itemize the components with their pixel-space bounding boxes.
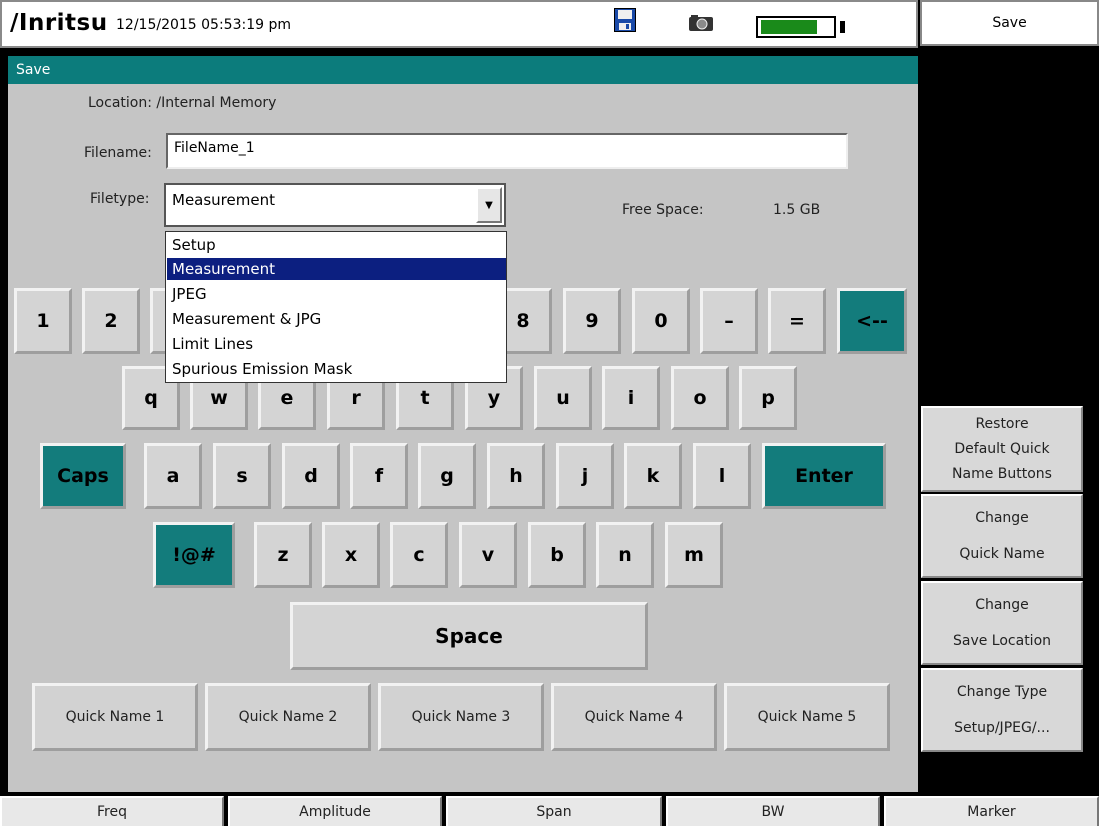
- softkey-label: Change: [975, 510, 1029, 526]
- tab-span[interactable]: Span: [446, 796, 662, 826]
- softkey-label: Change: [975, 597, 1029, 613]
- softkey-label: Change Type: [956, 684, 1048, 700]
- key-p[interactable]: p: [739, 366, 797, 430]
- key-c[interactable]: c: [390, 522, 448, 588]
- brand-logo: /Inritsu: [10, 10, 108, 36]
- key-h[interactable]: h: [487, 443, 545, 509]
- battery-level-fill: [761, 20, 817, 34]
- filename-input[interactable]: FileName_1: [166, 133, 848, 169]
- quick-name-3-button[interactable]: Quick Name 3: [378, 683, 544, 751]
- filetype-select[interactable]: Measurement: [164, 183, 506, 227]
- space-key[interactable]: Space: [290, 602, 648, 670]
- key-g[interactable]: g: [418, 443, 476, 509]
- free-space-label: Free Space:: [622, 202, 704, 218]
- enter-key[interactable]: Enter: [762, 443, 886, 509]
- softkey-label: Name Buttons: [952, 465, 1052, 482]
- free-space-value: 1.5 GB: [773, 202, 821, 218]
- backspace-key[interactable]: <--: [837, 288, 907, 354]
- quick-name-4-button[interactable]: Quick Name 4: [551, 683, 717, 751]
- key-o[interactable]: o: [671, 366, 729, 430]
- softkey-label: Setup/JPEG/...: [954, 720, 1050, 736]
- key-x[interactable]: x: [322, 522, 380, 588]
- dropdown-option-limit-lines[interactable]: Limit Lines: [167, 333, 506, 355]
- tab-marker[interactable]: Marker: [884, 796, 1099, 826]
- dropdown-option-jpeg[interactable]: JPEG: [167, 283, 506, 305]
- battery-icon: [756, 16, 836, 38]
- change-type-softkey[interactable]: Change Type Setup/JPEG/...: [921, 668, 1083, 752]
- key-m[interactable]: m: [665, 522, 723, 588]
- key-9[interactable]: 9: [563, 288, 621, 354]
- key-a[interactable]: a: [144, 443, 202, 509]
- dropdown-option-measurement-jpg[interactable]: Measurement & JPG: [167, 308, 506, 330]
- dropdown-arrow-icon[interactable]: ▼: [476, 187, 502, 223]
- tab-amplitude[interactable]: Amplitude: [228, 796, 442, 826]
- symbols-key[interactable]: !@#: [153, 522, 235, 588]
- battery-tip: [840, 21, 845, 33]
- key-d[interactable]: d: [282, 443, 340, 509]
- restore-default-quick-name-buttons-softkey[interactable]: Restore Default Quick Name Buttons: [921, 406, 1083, 492]
- location-label: Location: /Internal Memory: [88, 95, 277, 111]
- datetime-label: 12/15/2015 05:53:19 pm: [116, 17, 291, 33]
- softkey-label: Quick Name: [959, 546, 1045, 562]
- tab-bw[interactable]: BW: [666, 796, 880, 826]
- key-b[interactable]: b: [528, 522, 586, 588]
- floppy-disk-icon: [614, 8, 636, 32]
- softkey-label: Save Location: [952, 633, 1052, 649]
- key-minus[interactable]: –: [700, 288, 758, 354]
- key-equals[interactable]: =: [768, 288, 826, 354]
- key-z[interactable]: z: [254, 522, 312, 588]
- caps-key[interactable]: Caps: [40, 443, 126, 509]
- key-n[interactable]: n: [596, 522, 654, 588]
- softkey-label: Default Quick: [954, 440, 1050, 457]
- key-2[interactable]: 2: [82, 288, 140, 354]
- key-l[interactable]: l: [693, 443, 751, 509]
- softkey-menu-title: Save: [920, 0, 1099, 46]
- key-i[interactable]: i: [602, 366, 660, 430]
- quick-name-5-button[interactable]: Quick Name 5: [724, 683, 890, 751]
- key-v[interactable]: v: [459, 522, 517, 588]
- camera-icon: [689, 15, 713, 31]
- dropdown-option-setup[interactable]: Setup: [167, 234, 506, 256]
- tab-freq[interactable]: Freq: [0, 796, 224, 826]
- dropdown-option-measurement[interactable]: Measurement: [167, 258, 506, 280]
- key-k[interactable]: k: [624, 443, 682, 509]
- filetype-label: Filetype:: [90, 191, 150, 207]
- key-f[interactable]: f: [350, 443, 408, 509]
- filetype-dropdown-list: Setup Measurement JPEG Measurement & JPG…: [165, 231, 507, 383]
- quick-name-2-button[interactable]: Quick Name 2: [205, 683, 371, 751]
- dialog-title: Save: [8, 56, 918, 84]
- dropdown-option-spurious-emission-mask[interactable]: Spurious Emission Mask: [167, 358, 506, 380]
- key-1[interactable]: 1: [14, 288, 72, 354]
- key-j[interactable]: j: [556, 443, 614, 509]
- filename-label: Filename:: [84, 145, 152, 161]
- key-s[interactable]: s: [213, 443, 271, 509]
- softkey-label: Restore: [975, 416, 1029, 433]
- key-u[interactable]: u: [534, 366, 592, 430]
- quick-name-1-button[interactable]: Quick Name 1: [32, 683, 198, 751]
- change-quick-name-softkey[interactable]: Change Quick Name: [921, 494, 1083, 578]
- filetype-value: Measurement: [172, 191, 275, 209]
- change-save-location-softkey[interactable]: Change Save Location: [921, 581, 1083, 665]
- key-0[interactable]: 0: [632, 288, 690, 354]
